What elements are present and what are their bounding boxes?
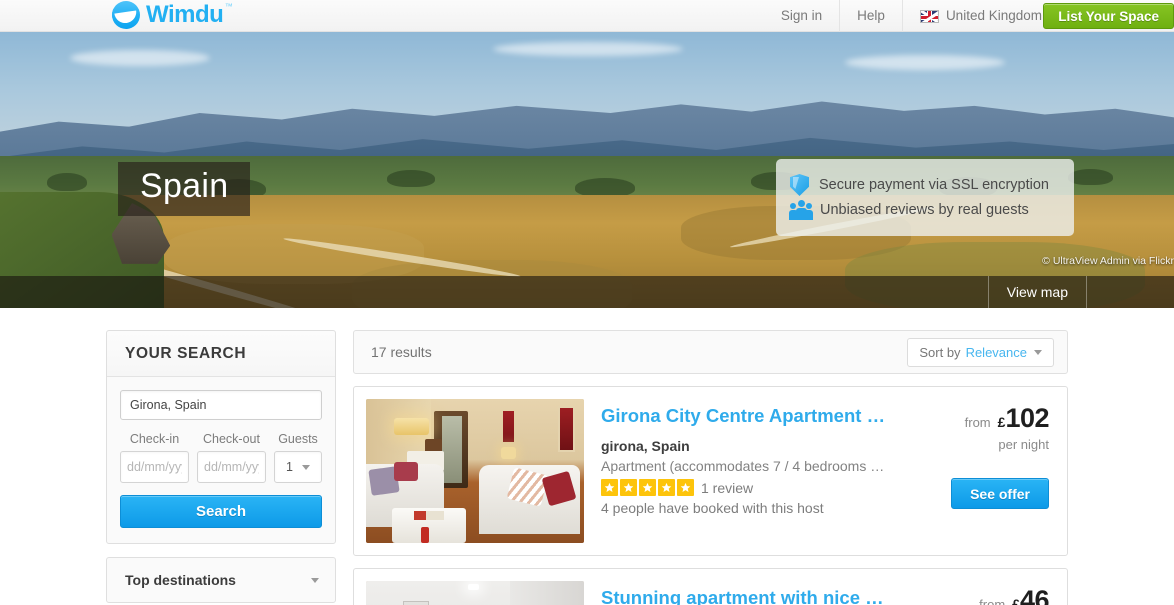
star-icon xyxy=(620,479,637,497)
listing-price-block: from £102 per night See offer xyxy=(905,399,1055,543)
price-line: from £46 xyxy=(979,585,1049,605)
trademark-symbol: ™ xyxy=(224,2,233,11)
shield-icon xyxy=(790,174,809,196)
uk-flag-icon xyxy=(919,9,939,23)
results-toolbar: 17 results Sort by Relevance xyxy=(353,330,1068,374)
trust-badge-ssl: Secure payment via SSL encryption xyxy=(790,174,1060,196)
sort-dropdown[interactable]: Sort by Relevance xyxy=(907,337,1054,367)
listing-title[interactable]: Stunning apartment with nice … xyxy=(601,586,891,605)
listing-rating: 1 review xyxy=(601,479,891,497)
country-label: United Kingdom xyxy=(945,8,1042,23)
living-room-photo xyxy=(366,399,584,543)
star-icon xyxy=(658,479,675,497)
your-search-body: Check-in Check-out Guests 1 xyxy=(107,377,335,543)
checkout-label: Check-out xyxy=(203,432,260,446)
listing-location: girona, Spain xyxy=(601,438,690,455)
price-amount: 102 xyxy=(1005,403,1049,433)
listing-price-block: from £46 xyxy=(905,581,1055,605)
main-content: YOUR SEARCH Check-in Check-out xyxy=(0,308,1174,605)
booked-count: 4 people have booked with this host xyxy=(601,500,824,517)
wimdu-logo-icon xyxy=(112,1,140,29)
see-offer-button[interactable]: See offer xyxy=(951,478,1049,509)
review-count: 1 review xyxy=(701,479,754,496)
star-icon xyxy=(639,479,656,497)
guests-select[interactable]: 1 xyxy=(274,451,322,483)
checkin-label: Check-in xyxy=(129,432,180,446)
star-icon xyxy=(601,479,618,497)
search-sidebar: YOUR SEARCH Check-in Check-out xyxy=(106,330,336,605)
results-column: 17 results Sort by Relevance Girona City… xyxy=(353,330,1068,605)
chevron-down-icon xyxy=(1034,349,1042,355)
checkin-field-group: Check-in xyxy=(120,432,189,483)
view-map-button[interactable]: View map xyxy=(987,276,1087,308)
filters-accordion: Top destinations xyxy=(106,557,336,603)
price-period: per night xyxy=(998,437,1049,452)
currency-symbol: £ xyxy=(1012,596,1020,605)
your-search-panel: YOUR SEARCH Check-in Check-out xyxy=(106,330,336,544)
price-from-label: from xyxy=(979,597,1006,605)
listing-description: Apartment (accommodates 7 / 4 bedrooms … xyxy=(601,458,885,475)
guests-field-group: Guests 1 xyxy=(274,432,322,483)
trust-badge-reviews: Unbiased reviews by real guests xyxy=(789,200,1060,220)
price-from-label: from xyxy=(964,415,991,430)
listing-thumbnail[interactable] xyxy=(366,399,584,543)
destination-title: Spain xyxy=(118,162,251,216)
checkout-input[interactable] xyxy=(197,451,266,483)
guests-value: 1 xyxy=(286,460,293,474)
wimdu-logo-text: Wimdu ™ xyxy=(146,1,233,28)
people-icon xyxy=(789,200,813,220)
trust-badges-panel: Secure payment via SSL encryption Unbias… xyxy=(776,159,1074,236)
hero-bottom-bar: View map xyxy=(0,276,1174,308)
listing-card[interactable]: Stunning apartment with nice … from £46 xyxy=(353,568,1068,605)
listing-thumbnail[interactable] xyxy=(366,581,584,605)
listing-details: Stunning apartment with nice … xyxy=(584,581,905,605)
sort-prefix-label: Sort by xyxy=(919,344,961,360)
accordion-top-destinations[interactable]: Top destinations xyxy=(107,558,335,602)
wimdu-logo[interactable]: Wimdu ™ xyxy=(112,1,233,29)
price-amount: 46 xyxy=(1019,585,1050,605)
top-navigation: Sign in Help United Kingdom xyxy=(764,0,1074,32)
your-search-title: YOUR SEARCH xyxy=(125,345,247,362)
chevron-down-icon xyxy=(311,577,319,583)
list-your-space-button[interactable]: List Your Space xyxy=(1043,3,1174,29)
sign-in-link[interactable]: Sign in xyxy=(764,0,839,32)
checkin-input[interactable] xyxy=(120,451,189,483)
top-header-bar: Wimdu ™ Sign in Help United Kingdom List … xyxy=(0,0,1174,32)
checkout-field-group: Check-out xyxy=(197,432,266,483)
your-search-header: YOUR SEARCH xyxy=(107,331,335,377)
sort-value: Relevance xyxy=(965,344,1027,360)
listing-card[interactable]: Girona City Centre Apartment f… girona, … xyxy=(353,386,1068,556)
price-line: from £102 xyxy=(964,403,1050,434)
results-count: 17 results xyxy=(371,344,432,360)
trust-badge-reviews-label: Unbiased reviews by real guests xyxy=(820,202,1029,218)
trust-badge-ssl-label: Secure payment via SSL encryption xyxy=(819,177,1049,193)
search-button[interactable]: Search xyxy=(120,495,322,528)
chevron-down-icon xyxy=(301,464,310,470)
star-icon xyxy=(677,479,694,497)
listing-title[interactable]: Girona City Centre Apartment f… xyxy=(601,404,891,427)
accordion-label: Top destinations xyxy=(125,572,236,588)
photo-credit: © UltraView Admin via Flickr xyxy=(1042,255,1174,267)
help-link[interactable]: Help xyxy=(839,0,902,32)
guests-label: Guests xyxy=(278,432,318,446)
date-guest-row: Check-in Check-out Guests 1 xyxy=(120,432,322,483)
white-room-photo xyxy=(366,581,584,605)
star-rating xyxy=(601,479,694,497)
listing-details: Girona City Centre Apartment f… girona, … xyxy=(584,399,905,543)
hero-banner: Spain Secure payment via SSL encryption … xyxy=(0,32,1174,308)
location-input[interactable] xyxy=(120,390,322,420)
